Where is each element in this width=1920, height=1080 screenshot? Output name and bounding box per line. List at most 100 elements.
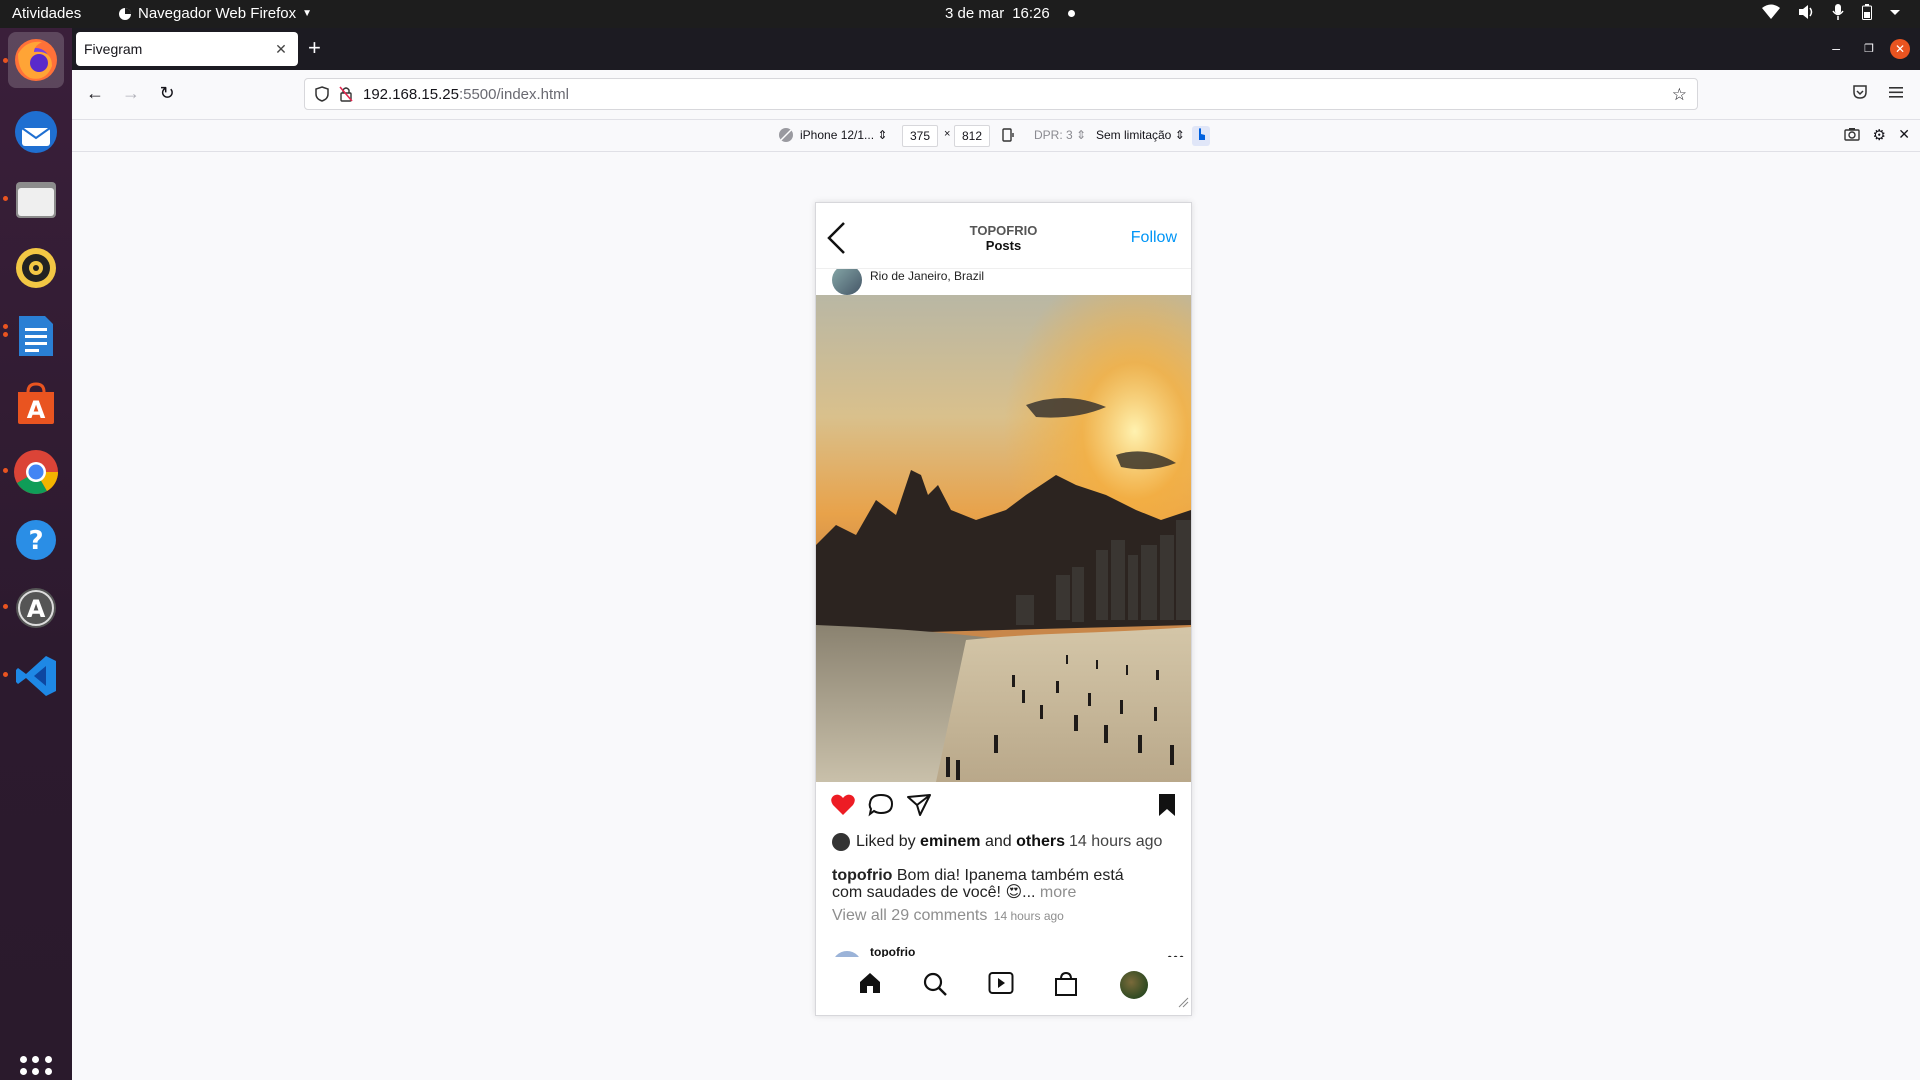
insecure-lock-icon[interactable] [339, 86, 353, 102]
post-photo[interactable] [816, 295, 1191, 782]
bottom-navigation [816, 957, 1191, 1015]
time-label: 16:26 [1012, 5, 1050, 22]
notification-dot [1067, 10, 1075, 17]
system-top-bar: Atividades Navegador Web Firefox ▼ 3 de … [0, 0, 1920, 28]
dpr-selector[interactable]: DPR: 3 ⇕ [1034, 128, 1086, 142]
url-host: 192.168.15.25 [363, 85, 459, 103]
pocket-icon[interactable] [1852, 84, 1868, 105]
device-viewport: TOPOFRIO Posts Follow Rio de Janeiro, Br… [815, 202, 1192, 1016]
chevron-down-icon: ▼ [302, 8, 313, 19]
svg-text:A: A [27, 595, 46, 623]
back-button[interactable]: ← [84, 84, 106, 102]
software-updater-icon: A [16, 588, 56, 628]
app-menu[interactable]: Navegador Web Firefox ▼ [118, 5, 312, 22]
system-tray[interactable] [1762, 4, 1900, 20]
close-window-button[interactable]: ✕ [1890, 39, 1910, 59]
device-name: iPhone 12/1... [800, 128, 875, 142]
dock-help[interactable]: ? [8, 512, 64, 568]
running-indicator [3, 332, 8, 337]
tab-bar: Fivegram ✕ + – ❐ ✕ [72, 28, 1920, 70]
dock-rhythmbox[interactable] [8, 240, 64, 296]
battery-icon [1862, 4, 1872, 20]
power-menu-icon [1890, 10, 1900, 15]
url-path: :5500/index.html [458, 85, 570, 103]
liker-avatar[interactable] [832, 833, 850, 851]
viewport-width-input[interactable]: 375 [902, 125, 938, 147]
svg-text:A: A [27, 396, 46, 424]
post-caption: topofrio Bom dia! Ipanema também está co… [832, 867, 1142, 901]
resize-handle[interactable] [1177, 995, 1189, 1013]
close-rdm-icon[interactable]: ✕ [1898, 126, 1910, 143]
software-center-icon: A [18, 382, 54, 424]
viewport-height-input[interactable]: 812 [954, 125, 990, 147]
ipanema-sunset-image [816, 295, 1191, 782]
caption-username[interactable]: topofrio [832, 867, 892, 884]
more-link[interactable]: more [1040, 884, 1076, 901]
device-selector[interactable]: iPhone 12/1... ⇕ [800, 128, 887, 142]
dock-software[interactable]: A [8, 376, 64, 432]
settings-gear-icon[interactable]: ⚙ [1873, 126, 1886, 144]
dock-writer[interactable] [8, 308, 64, 364]
dock-files[interactable] [8, 172, 64, 228]
firefox-icon [15, 39, 57, 81]
dock-firefox[interactable] [8, 32, 64, 88]
bookmark-icon[interactable] [1158, 793, 1176, 822]
clock[interactable]: 3 de mar 16:26 [945, 5, 1075, 22]
home-icon[interactable] [858, 971, 882, 1000]
view-comments-link[interactable]: View all 29 comments 14 hours ago [832, 907, 1064, 925]
shield-icon[interactable] [315, 86, 329, 102]
menu-icon[interactable] [1888, 84, 1904, 105]
running-indicator [3, 196, 8, 201]
tab-fivegram[interactable]: Fivegram ✕ [76, 32, 298, 66]
comment-icon[interactable] [868, 793, 894, 822]
search-icon[interactable] [922, 971, 948, 1002]
follow-button[interactable]: Follow [1131, 229, 1177, 247]
responsive-viewport-area: TOPOFRIO Posts Follow Rio de Janeiro, Br… [72, 152, 1920, 1080]
activities-button[interactable]: Atividades [12, 5, 81, 22]
avatar[interactable] [832, 265, 862, 295]
rotate-icon[interactable] [1000, 127, 1016, 146]
firefox-small-icon [119, 7, 131, 20]
post-actions [816, 789, 1191, 825]
maximize-button[interactable]: ❐ [1864, 42, 1874, 55]
profile-avatar[interactable] [1120, 971, 1148, 999]
tab-title: Fivegram [84, 41, 143, 57]
others-link[interactable]: others [1016, 833, 1065, 851]
date-label: 3 de mar [945, 5, 1005, 22]
screenshot-icon[interactable] [1844, 127, 1860, 144]
liker-name[interactable]: eminem [920, 833, 980, 851]
new-tab-button[interactable]: + [308, 37, 321, 59]
share-icon[interactable] [906, 793, 932, 822]
thunderbird-icon [15, 111, 57, 153]
close-tab-icon[interactable]: ✕ [272, 41, 290, 58]
likes-summary: Liked by eminem and others 14 hours ago [832, 833, 1162, 851]
speaker-icon [16, 248, 56, 288]
show-applications-icon[interactable] [20, 1056, 52, 1080]
running-indicator [3, 672, 8, 677]
document-icon [19, 316, 53, 356]
chrome-icon [14, 450, 58, 494]
dock-vscode[interactable] [8, 648, 64, 704]
dock-thunderbird[interactable] [8, 104, 64, 160]
dock-updater[interactable]: A [8, 580, 64, 636]
forward-button[interactable]: → [120, 84, 142, 102]
heart-icon[interactable] [830, 793, 856, 822]
wifi-icon [1762, 4, 1780, 19]
url-bar[interactable]: 192.168.15.25:5500/index.html ☆ [304, 78, 1698, 110]
reels-icon[interactable] [988, 971, 1014, 1000]
post-location[interactable]: Rio de Janeiro, Brazil [870, 269, 984, 283]
firefox-window: Fivegram ✕ + – ❐ ✕ ← → ↻ 192.168.15.25:5… [72, 28, 1920, 1080]
touch-simulation-icon[interactable] [1192, 126, 1210, 146]
running-indicator [3, 468, 8, 473]
bookmark-star-icon[interactable]: ☆ [1672, 85, 1687, 105]
dock-chrome[interactable] [8, 444, 64, 500]
vscode-icon [16, 656, 56, 696]
running-indicator [3, 58, 8, 63]
minimize-button[interactable]: – [1832, 40, 1840, 56]
help-icon: ? [16, 520, 56, 560]
shop-bag-icon[interactable] [1054, 971, 1078, 1002]
throttle-selector[interactable]: Sem limitação ⇕ [1096, 128, 1185, 142]
running-indicator [3, 324, 8, 329]
reload-button[interactable]: ↻ [156, 84, 178, 102]
volume-icon [1799, 5, 1813, 19]
